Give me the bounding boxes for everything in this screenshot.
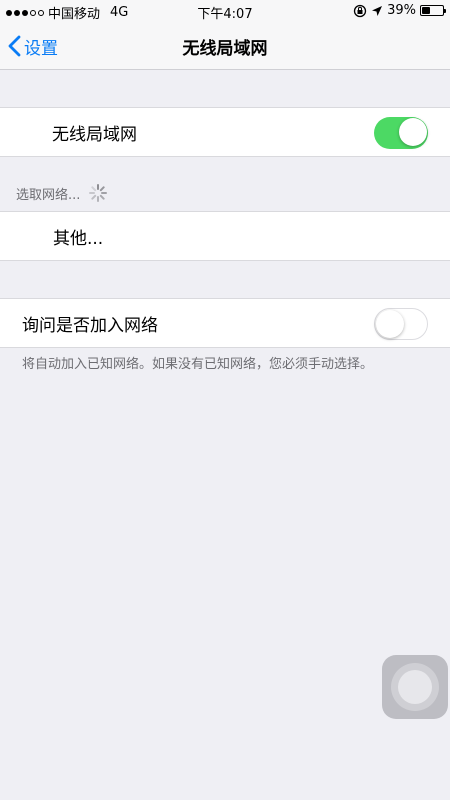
battery-icon bbox=[420, 5, 446, 16]
other-network-label: 其他... bbox=[53, 228, 104, 249]
orientation-lock-icon bbox=[353, 4, 367, 17]
location-icon bbox=[372, 5, 383, 16]
ask-join-footer: 将自动加入已知网络。如果没有已知网络，您必须手动选择。 bbox=[22, 357, 374, 372]
status-bar: 中国移动 4G 下午4:07 39% bbox=[0, 0, 450, 22]
loading-spinner-icon bbox=[89, 184, 108, 202]
battery-fill bbox=[422, 7, 430, 14]
ask-join-label: 询问是否加入网络 bbox=[22, 315, 158, 336]
section-header-label: 选取网络... bbox=[16, 187, 81, 203]
choose-network-header: 选取网络... bbox=[16, 183, 108, 203]
ask-join-cell: 询问是否加入网络 bbox=[0, 299, 450, 347]
toggle-knob bbox=[376, 310, 404, 338]
wifi-toggle[interactable] bbox=[374, 117, 428, 149]
toggle-knob bbox=[399, 118, 427, 146]
other-network-cell[interactable]: 其他... bbox=[0, 212, 450, 260]
wifi-group: 无线局域网 bbox=[0, 107, 450, 157]
page-title: 无线局域网 bbox=[182, 39, 268, 59]
wifi-label: 无线局域网 bbox=[52, 124, 137, 145]
ask-join-group: 询问是否加入网络 bbox=[0, 298, 450, 348]
navigation-bar: 设置 无线局域网 bbox=[0, 22, 450, 70]
assistive-touch-button[interactable] bbox=[382, 655, 448, 719]
status-right: 39% bbox=[353, 3, 446, 18]
assistive-touch-center-icon bbox=[398, 670, 432, 704]
ask-join-toggle[interactable] bbox=[374, 308, 428, 340]
other-group: 其他... bbox=[0, 211, 450, 261]
battery-percent: 39% bbox=[387, 3, 416, 18]
wifi-cell: 无线局域网 bbox=[0, 108, 450, 156]
